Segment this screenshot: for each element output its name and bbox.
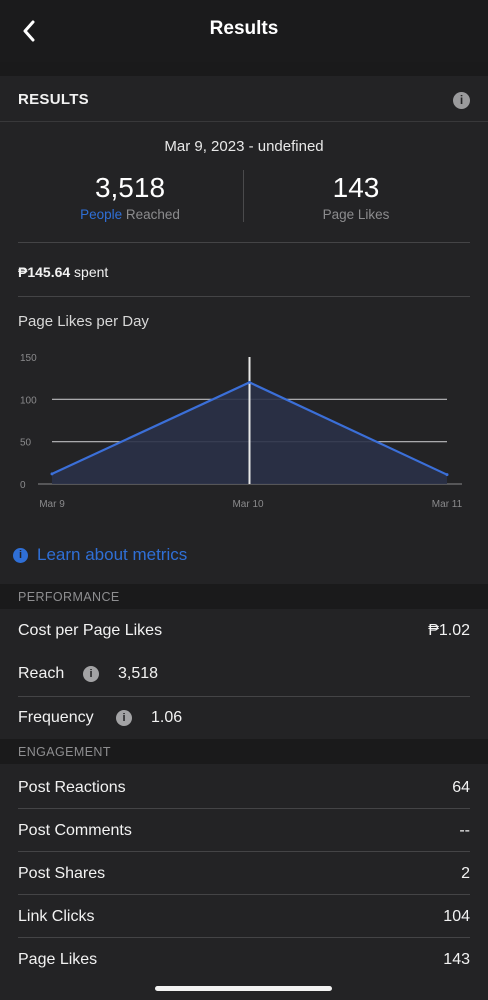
info-icon[interactable]: i [453, 92, 470, 109]
info-icon: i [13, 547, 28, 563]
chart-data-point [50, 472, 54, 476]
divider [18, 937, 470, 938]
chart-y-tick-label: 0 [20, 480, 26, 491]
people-reached-label-highlight: People [80, 207, 123, 222]
engagement-header: ENGAGEMENT [0, 739, 488, 764]
divider [18, 242, 470, 243]
chart-y-tick-label: 100 [20, 395, 37, 406]
people-reached-label: People Reached [50, 207, 210, 222]
post-reactions-label: Post Reactions [18, 779, 126, 796]
divider [18, 851, 470, 852]
frequency-label: Frequency [18, 709, 94, 726]
chart-y-tick-label: 50 [20, 438, 32, 449]
page-likes-value: 143 [332, 172, 380, 203]
chart-data-point [248, 380, 251, 384]
people-reached-value: 3,518 [94, 172, 166, 203]
cost-per-page-likes-label: Cost per Page Likes [18, 622, 163, 639]
top-bar: Results [0, 0, 488, 62]
post-comments-label: Post Comments [18, 822, 132, 839]
page-likes-chart: 0 50 100 150 Mar 9 Mar 10 Mar 11 [20, 353, 463, 510]
reach-value: 3,518 [118, 665, 159, 682]
performance-heading: PERFORMANCE [18, 590, 120, 604]
frequency-value: 1.06 [151, 709, 183, 726]
date-range: Mar 9, 2023 - undefined [164, 138, 324, 155]
divider [18, 296, 470, 297]
divider [18, 808, 470, 809]
post-reactions-value: 64 [452, 779, 470, 796]
stat-divider [243, 170, 244, 222]
learn-about-metrics-link[interactable]: i Learn about metrics [13, 545, 187, 565]
frequency-info-icon[interactable]: i [116, 710, 132, 726]
divider [18, 894, 470, 895]
reach-label: Reach [18, 665, 65, 682]
post-shares-value: 2 [461, 865, 470, 882]
post-shares-label: Post Shares [18, 865, 106, 882]
chart-title: Page Likes per Day [18, 313, 149, 330]
link-clicks-label: Link Clicks [18, 908, 95, 925]
chart-x-tick-label: Mar 9 [39, 499, 65, 510]
home-indicator[interactable] [155, 986, 332, 991]
page-likes-row-label: Page Likes [18, 951, 98, 968]
page-likes-label: Page Likes [322, 207, 390, 222]
link-clicks-value: 104 [443, 908, 470, 925]
chart-x-tick-label: Mar 10 [232, 499, 264, 510]
amount-spent: ₱145.64 spent [18, 264, 108, 280]
engagement-heading: ENGAGEMENT [18, 745, 111, 759]
cost-per-page-likes-value: ₱1.02 [428, 622, 470, 639]
chart-data-point [445, 473, 449, 477]
post-comments-value: -- [459, 822, 470, 839]
chart-y-tick-label: 150 [20, 353, 37, 364]
amount-spent-value: ₱145.64 [18, 264, 71, 280]
people-reached-label-rest: Reached [122, 207, 180, 222]
reach-info-icon[interactable]: i [83, 666, 99, 682]
learn-about-metrics-label: Learn about metrics [37, 545, 188, 564]
chart-x-tick-label: Mar 11 [432, 499, 463, 510]
amount-spent-suffix: spent [70, 264, 109, 280]
performance-header: PERFORMANCE [0, 584, 488, 609]
divider [18, 696, 470, 697]
page-title: Results [209, 18, 279, 39]
results-section-header: RESULTS [0, 76, 488, 122]
page-likes-row-value: 143 [443, 951, 470, 968]
results-section-label: RESULTS [18, 91, 89, 108]
